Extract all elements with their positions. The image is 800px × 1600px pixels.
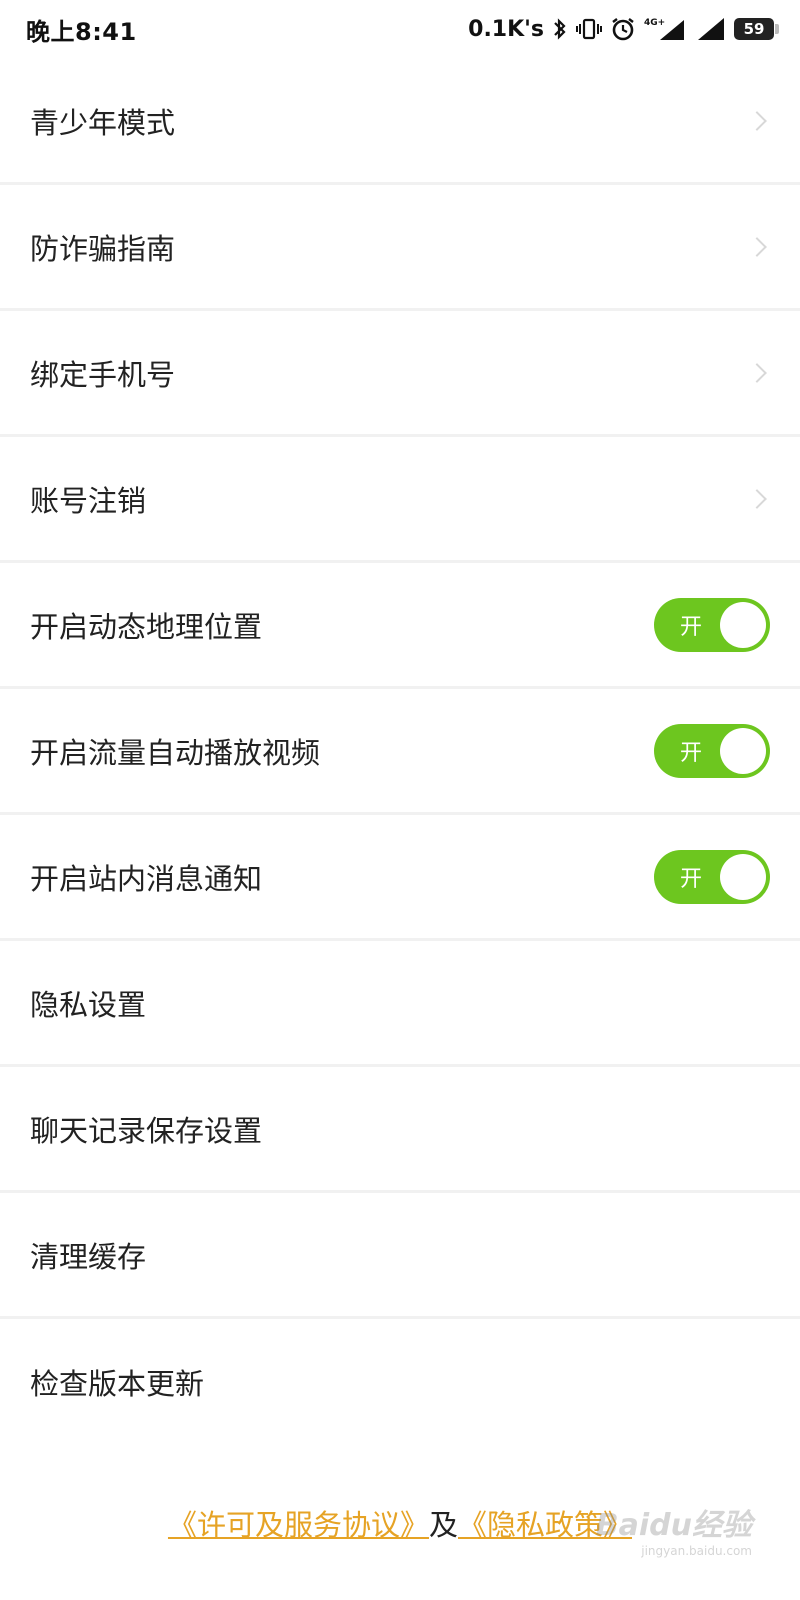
row-label: 青少年模式 [30,105,176,140]
chevron-right-icon [747,110,767,131]
battery-icon: 59 [734,18,779,40]
row-label: 检查版本更新 [30,1367,205,1401]
status-time: 晚上8:41 [26,17,137,46]
location-toggle[interactable]: 开 [654,597,770,652]
row-label: 开启动态地理位置 [30,609,263,644]
row-label: 开启站内消息通知 [30,861,263,896]
toggle-label: 开 [680,740,703,766]
row-label: 聊天记录保存设置 [30,1113,263,1148]
watermark-main: Baidu经验 [595,1508,752,1543]
notifications-toggle[interactable]: 开 [654,849,770,904]
status-icons: 0.1K's 4G+ 59 [468,16,779,42]
footer-separator: 及 [428,1508,458,1542]
alarm-icon [610,17,636,41]
row-label: 账号注销 [30,483,147,518]
chevron-right-icon [747,362,767,383]
row-check-update[interactable]: 检查版本更新 [0,1319,800,1445]
baidu-jingyan-watermark: Baidu经验 jingyan.baidu.com [596,1500,752,1558]
signal-icon [696,16,726,42]
row-label: 清理缓存 [30,1239,147,1274]
toggle-label: 开 [680,866,703,892]
row-anti-fraud-guide[interactable]: 防诈骗指南 [0,185,800,311]
row-chat-history-settings[interactable]: 聊天记录保存设置 [0,1067,800,1193]
row-account-deletion[interactable]: 账号注销 [0,437,800,563]
network-speed: 0.1K's [468,16,544,42]
autoplay-toggle[interactable]: 开 [654,723,770,778]
toggle-knob [720,853,766,900]
row-label: 开启流量自动播放视频 [30,735,321,770]
settings-list: 青少年模式 防诈骗指南 绑定手机号 账号注销 开启动态地理位置 开 开启流量自动… [0,59,800,1445]
toggle-knob [720,727,766,774]
row-dynamic-location: 开启动态地理位置 开 [0,563,800,689]
row-label: 防诈骗指南 [30,231,176,266]
signal-4g-icon: 4G+ [644,16,688,42]
row-site-notifications: 开启站内消息通知 开 [0,815,800,941]
row-clear-cache[interactable]: 清理缓存 [0,1193,800,1319]
vibrate-icon [576,17,602,41]
license-agreement-link[interactable]: 《许可及服务协议》 [168,1508,429,1542]
row-autoplay-video: 开启流量自动播放视频 开 [0,689,800,815]
chevron-right-icon [747,236,767,257]
chevron-right-icon [747,488,767,509]
battery-level: 59 [743,20,765,38]
watermark-sub: jingyan.baidu.com [641,1544,752,1558]
row-label: 隐私设置 [30,987,147,1022]
status-bar: 晚上8:41 0.1K's 4G+ 59 [0,0,800,58]
network-type-label: 4G+ [644,18,665,28]
row-label: 绑定手机号 [30,357,176,392]
row-teen-mode[interactable]: 青少年模式 [0,59,800,185]
bluetooth-icon [552,17,568,41]
row-bind-phone[interactable]: 绑定手机号 [0,311,800,437]
row-privacy-settings[interactable]: 隐私设置 [0,941,800,1067]
toggle-knob [720,601,766,648]
toggle-label: 开 [680,614,703,640]
